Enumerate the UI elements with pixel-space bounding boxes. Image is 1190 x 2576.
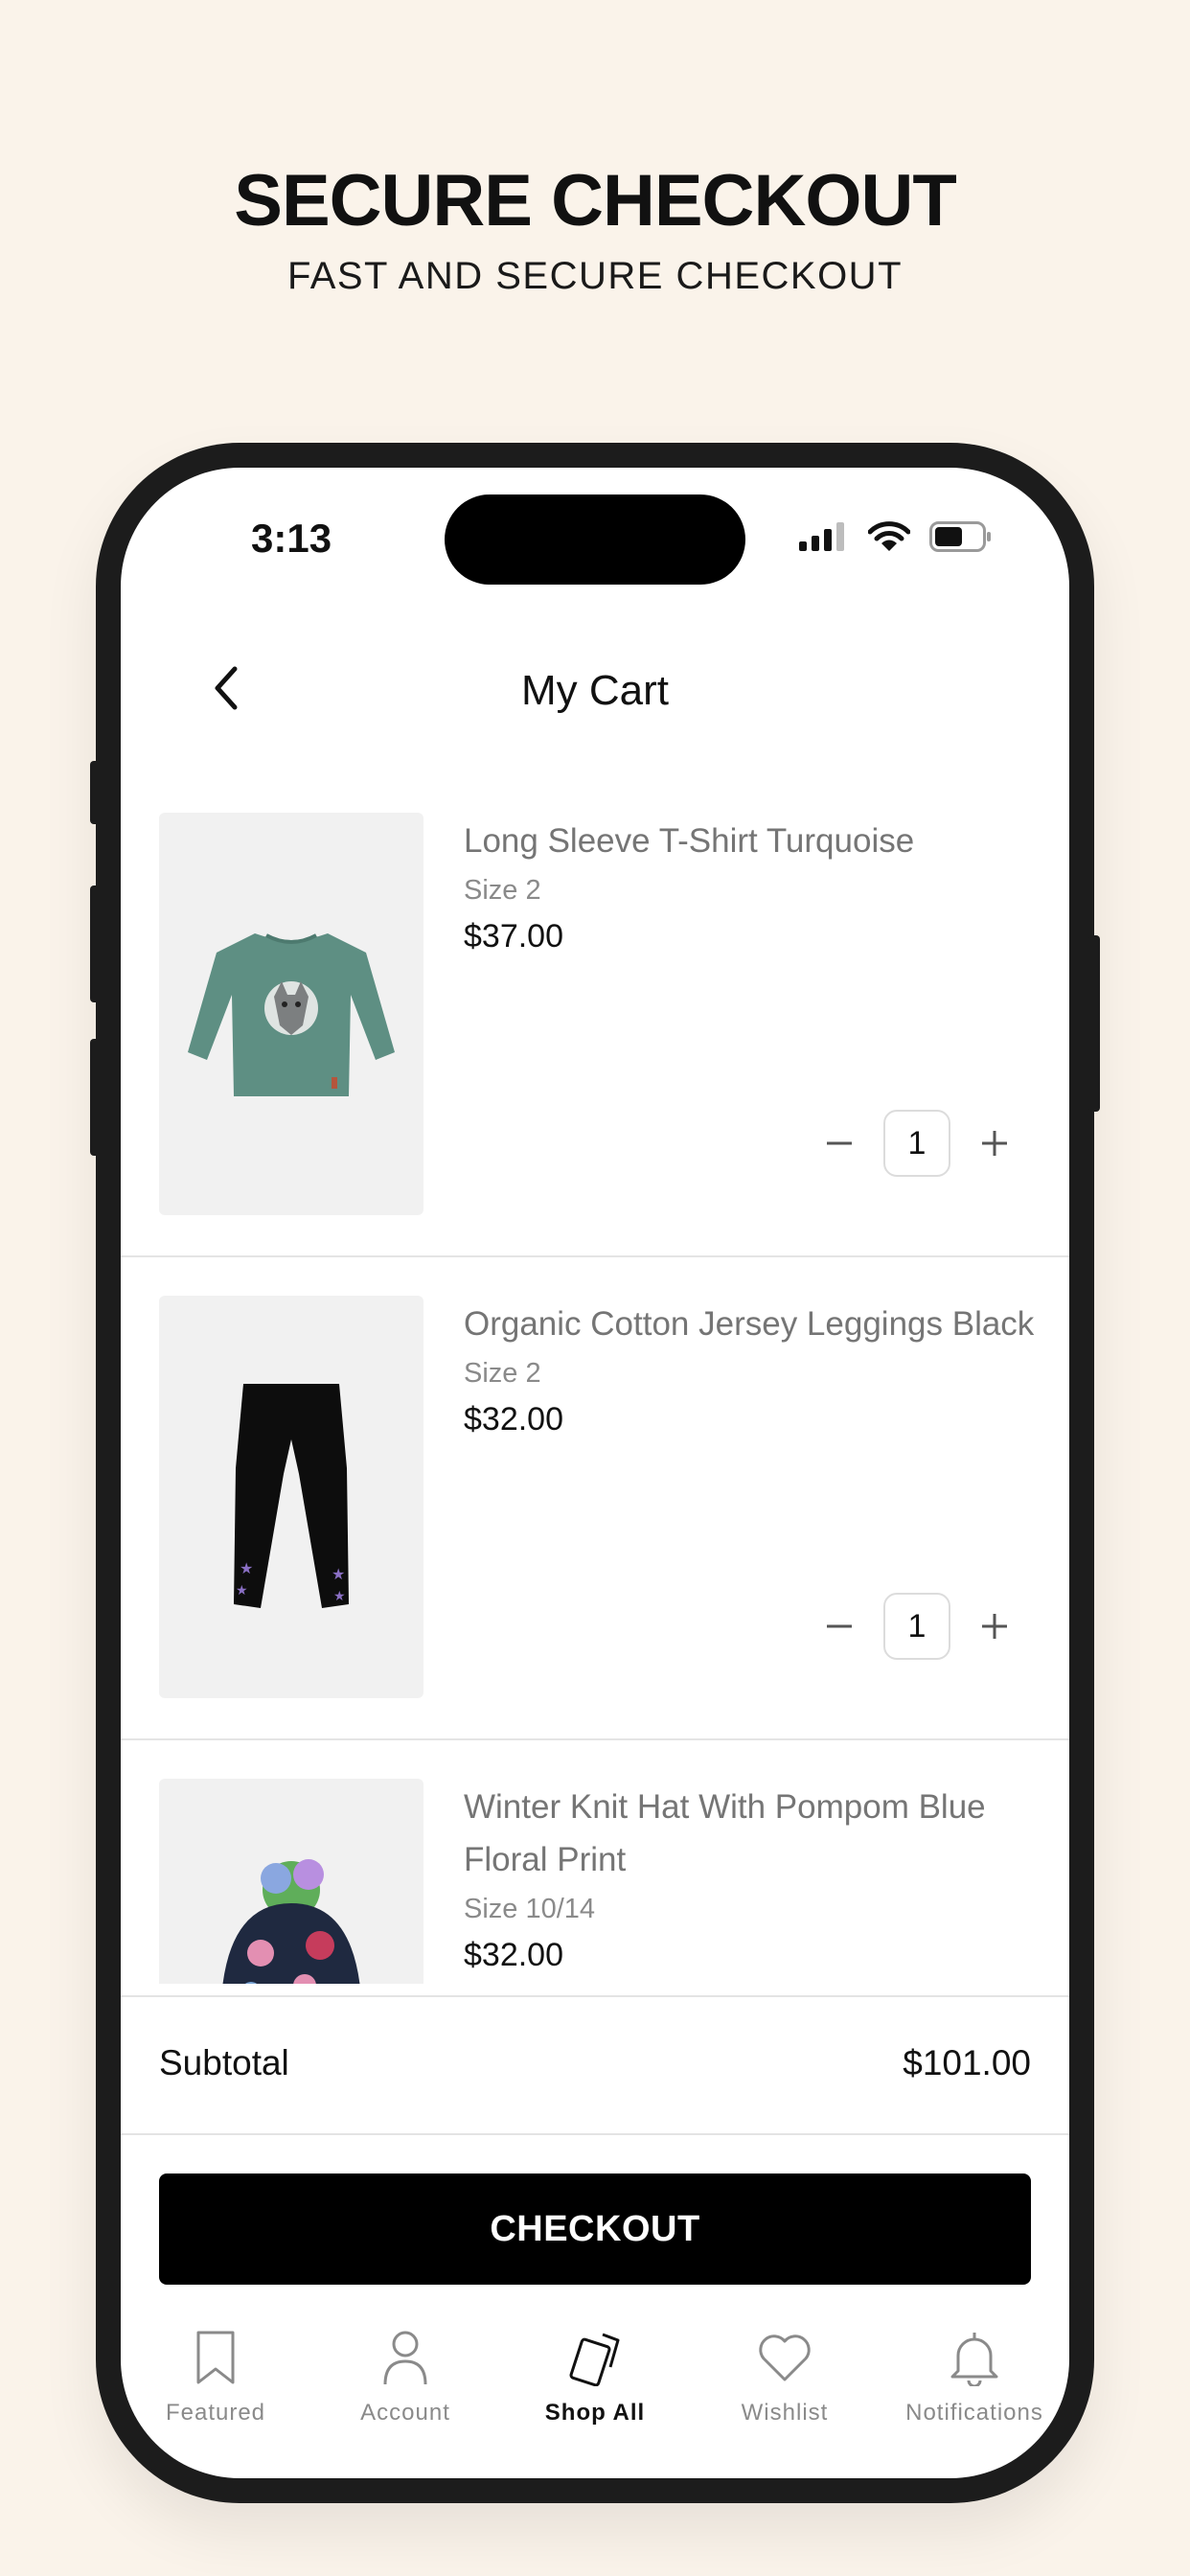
person-icon [375, 2327, 436, 2388]
cart-item-info: Winter Knit Hat With Pompom Blue Floral … [464, 1781, 1039, 1980]
plus-icon [982, 1614, 1007, 1639]
svg-text:★: ★ [240, 1559, 253, 1577]
cart-item[interactable]: Long Sleeve T-Shirt Turquoise Size 2 $37… [121, 774, 1069, 1257]
bookmark-icon [185, 2327, 246, 2388]
product-image-leggings[interactable]: ★ ★ ★ ★ [159, 1296, 423, 1698]
cart-list[interactable]: Long Sleeve T-Shirt Turquoise Size 2 $37… [121, 774, 1069, 1984]
bottom-tab-bar: Featured Account Shop All Wishlist Notif… [121, 2327, 1069, 2451]
tab-label: Featured [165, 2400, 266, 2426]
svg-text:★: ★ [236, 1583, 248, 1598]
battery-icon [929, 521, 991, 552]
cart-item[interactable]: ★ ★ ★ ★ Organic Cotton Jersey Leggings B… [121, 1257, 1069, 1740]
leggings-illustration: ★ ★ ★ ★ [234, 1384, 349, 1608]
subtotal-bar: Subtotal $101.00 [121, 1995, 1069, 2135]
quantity-stepper: 1 [820, 1110, 1014, 1177]
tab-label: Account [360, 2400, 450, 2426]
dynamic-island [445, 494, 745, 585]
tab-account[interactable]: Account [310, 2327, 500, 2451]
cellular-signal-icon [799, 522, 844, 551]
tab-notifications[interactable]: Notifications [880, 2327, 1069, 2451]
product-size: Size 10/14 [464, 1894, 596, 1924]
checkout-button[interactable]: CHECKOUT [159, 2174, 1031, 2285]
phone-power-button [1088, 935, 1100, 1112]
cart-item[interactable]: Winter Knit Hat With Pompom Blue Floral … [121, 1740, 1069, 1984]
phone-screen: 3:13 My Cart Long Sleeve T-Shirt Turquoi… [121, 468, 1069, 2478]
heart-icon [754, 2327, 815, 2388]
increase-quantity-button[interactable] [975, 1607, 1014, 1645]
top-navigation: My Cart [121, 640, 1069, 736]
tab-featured[interactable]: Featured [121, 2327, 310, 2451]
promo-headline: SECURE CHECKOUT [234, 160, 957, 242]
svg-text:★: ★ [333, 1589, 346, 1604]
product-price: $32.00 [464, 1401, 563, 1438]
svg-text:★: ★ [332, 1565, 345, 1583]
quantity-stepper: 1 [820, 1593, 1014, 1660]
product-price: $37.00 [464, 918, 563, 954]
phone-volume-down [90, 1039, 102, 1156]
increase-quantity-button[interactable] [975, 1124, 1014, 1162]
product-image-tshirt[interactable] [159, 813, 423, 1215]
product-size: Size 2 [464, 875, 541, 906]
product-name[interactable]: Long Sleeve T-Shirt Turquoise [464, 815, 1039, 867]
tab-label: Shop All [544, 2400, 646, 2426]
page-title: My Cart [521, 667, 669, 714]
cart-item-info: Organic Cotton Jersey Leggings Black Siz… [464, 1298, 1039, 1444]
product-name[interactable]: Winter Knit Hat With Pompom Blue Floral … [464, 1781, 1039, 1886]
phone-silent-switch [90, 761, 102, 824]
subtotal-label: Subtotal [159, 2043, 289, 2082]
product-image-hat[interactable] [159, 1779, 423, 1984]
bell-icon [944, 2327, 1005, 2388]
cart-item-info: Long Sleeve T-Shirt Turquoise Size 2 $37… [464, 815, 1039, 961]
status-icons [799, 521, 993, 552]
decrease-quantity-button[interactable] [820, 1607, 858, 1645]
status-time: 3:13 [251, 516, 332, 561]
product-size: Size 2 [464, 1358, 541, 1389]
tab-wishlist[interactable]: Wishlist [690, 2327, 880, 2451]
decrease-quantity-button[interactable] [820, 1124, 858, 1162]
subtotal-value: $101.00 [903, 2043, 1031, 2082]
tab-shop-all[interactable]: Shop All [500, 2327, 690, 2451]
phone-volume-up [90, 886, 102, 1002]
knit-hat-illustration [222, 1859, 360, 1984]
tab-label: Wishlist [741, 2400, 829, 2426]
minus-icon [827, 1141, 852, 1145]
tshirt-illustration [188, 933, 395, 1096]
product-price: $32.00 [464, 1937, 563, 1973]
quantity-value[interactable]: 1 [883, 1110, 950, 1177]
product-name[interactable]: Organic Cotton Jersey Leggings Black [464, 1298, 1039, 1350]
promo-subheadline: FAST AND SECURE CHECKOUT [286, 255, 904, 297]
tab-label: Notifications [905, 2400, 1043, 2426]
plus-icon [982, 1131, 1007, 1156]
cards-icon [564, 2327, 626, 2388]
wifi-icon [868, 521, 910, 551]
quantity-value[interactable]: 1 [883, 1593, 950, 1660]
minus-icon [827, 1624, 852, 1628]
